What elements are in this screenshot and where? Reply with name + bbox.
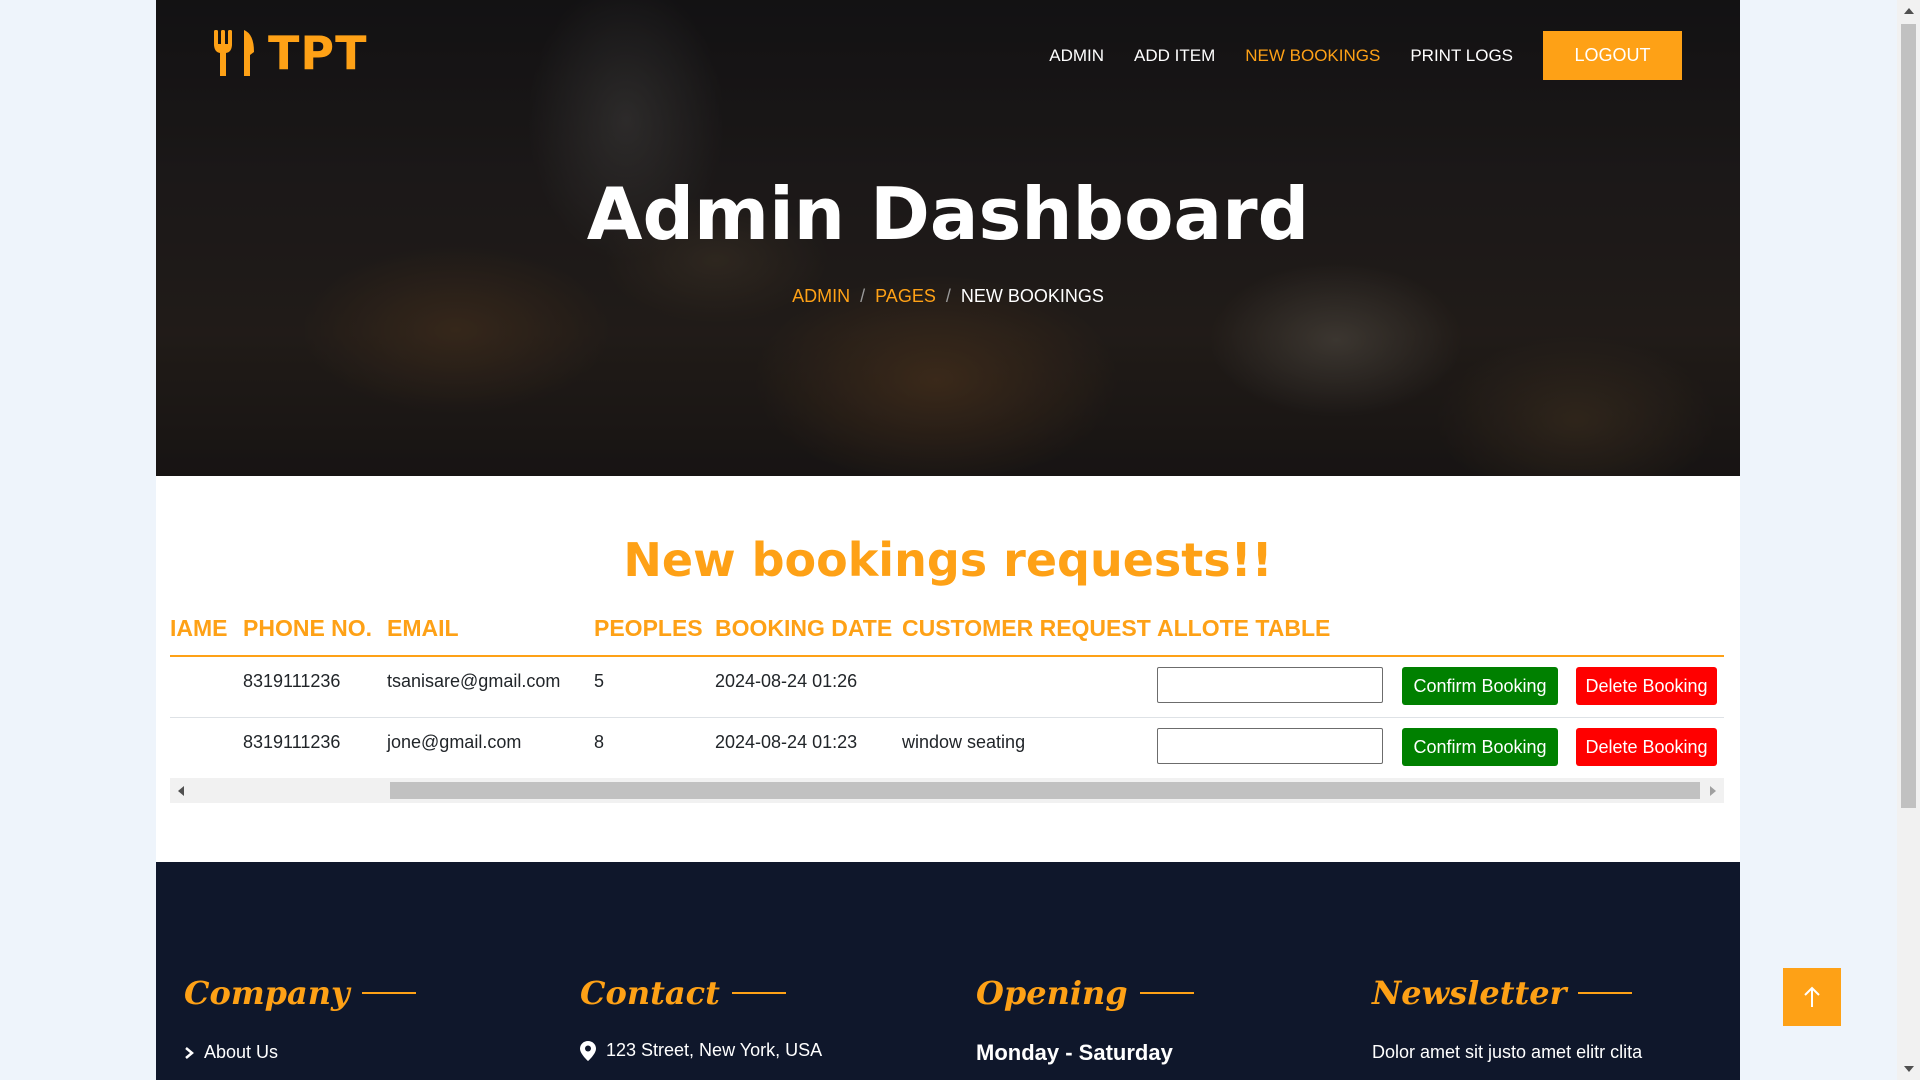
column-header-allote-table: ALLOTE TABLE — [1157, 615, 1331, 641]
utensils-icon — [214, 30, 254, 76]
footer: Company About Us Contact 123 Street, New… — [156, 862, 1740, 1080]
footer-link-about-us[interactable]: About Us — [184, 1042, 278, 1063]
cell-customer-request: window seating — [902, 732, 1026, 752]
footer-heading-company: Company — [184, 974, 350, 1012]
brand-name: TPT — [268, 26, 368, 80]
table-row: 8319111236 tsanisare@gmail.com 5 2024-08… — [170, 657, 1724, 718]
breadcrumb-current: NEW BOOKINGS — [960, 286, 1104, 306]
footer-newsletter-text: Dolor amet sit justo amet elitr clita — [1372, 1042, 1643, 1062]
footer-opening-days: Monday - Saturday — [976, 1040, 1173, 1065]
bookings-table: IAME PHONE NO. EMAIL PEOPLES BOOKING DAT… — [170, 605, 1724, 803]
bookings-title: New bookings requests!! — [623, 533, 1273, 587]
column-header-peoples: PEOPLES — [594, 615, 703, 641]
cell-peoples: 8 — [594, 732, 605, 752]
confirm-booking-button[interactable]: Confirm Booking — [1402, 667, 1558, 705]
breadcrumb-pages[interactable]: PAGES — [875, 286, 936, 306]
footer-link-label: About Us — [204, 1042, 279, 1062]
page-title: Admin Dashboard — [586, 172, 1310, 256]
page-vertical-scrollbar[interactable] — [1897, 0, 1920, 1080]
heading-underline — [1578, 992, 1633, 994]
breadcrumb-separator: / — [860, 286, 866, 306]
scroll-down-icon[interactable] — [1904, 1066, 1914, 1072]
nav-admin[interactable]: ADMIN — [1049, 46, 1104, 66]
footer-company: Company — [184, 974, 416, 1012]
column-header-email: EMAIL — [387, 615, 459, 641]
breadcrumb-admin[interactable]: ADMIN — [792, 286, 850, 306]
table-horizontal-scrollbar[interactable] — [170, 778, 1724, 803]
logout-button[interactable]: LOGOUT — [1543, 31, 1682, 80]
cell-email: jone@gmail.com — [387, 732, 522, 752]
column-header-name: IAME — [170, 615, 228, 641]
cell-phone: 8319111236 — [243, 671, 341, 691]
allote-table-input[interactable] — [1157, 728, 1383, 764]
cell-phone: 8319111236 — [243, 732, 341, 752]
nav-new-bookings[interactable]: NEW BOOKINGS — [1245, 46, 1380, 66]
footer-opening: Opening — [976, 974, 1194, 1012]
page: TPT ADMIN ADD ITEM NEW BOOKINGS PRINT LO… — [156, 0, 1740, 1080]
column-header-phone: PHONE NO. — [243, 615, 373, 641]
arrow-up-icon — [1804, 986, 1820, 1007]
cell-peoples: 5 — [594, 671, 605, 691]
heading-underline — [1139, 992, 1194, 994]
nav-add-item[interactable]: ADD ITEM — [1134, 46, 1215, 66]
scrollbar-thumb[interactable] — [1901, 24, 1916, 808]
breadcrumb-separator: / — [945, 286, 951, 306]
confirm-booking-button[interactable]: Confirm Booking — [1402, 728, 1558, 766]
scroll-left-icon[interactable] — [178, 786, 184, 796]
map-marker-icon — [580, 1040, 596, 1061]
hero-header: TPT ADMIN ADD ITEM NEW BOOKINGS PRINT LO… — [156, 0, 1740, 476]
nav-print-logs[interactable]: PRINT LOGS — [1410, 46, 1513, 66]
cell-email: tsanisare@gmail.com — [387, 671, 561, 691]
cell-booking-date: 2024-08-24 01:26 — [715, 671, 858, 691]
footer-contact: Contact — [580, 974, 786, 1012]
cell-booking-date: 2024-08-24 01:23 — [715, 732, 858, 752]
allote-table-input[interactable] — [1157, 667, 1383, 703]
scrollbar-thumb[interactable] — [390, 782, 1700, 799]
footer-newsletter: Newsletter — [1372, 974, 1633, 1012]
chevron-right-icon — [185, 1046, 194, 1059]
column-header-customer-request: CUSTOMER REQUEST — [902, 615, 1151, 641]
footer-heading-opening: Opening — [976, 974, 1128, 1012]
scroll-right-icon[interactable] — [1710, 786, 1716, 796]
delete-booking-button[interactable]: Delete Booking — [1576, 728, 1717, 766]
table-row: 8319111236 jone@gmail.com 8 2024-08-24 0… — [170, 718, 1724, 779]
footer-heading-newsletter: Newsletter — [1372, 974, 1567, 1012]
brand-logo[interactable]: TPT — [212, 26, 367, 80]
footer-contact-address: 123 Street, New York, USA — [580, 1040, 822, 1061]
heading-underline — [731, 992, 786, 994]
column-header-booking-date: BOOKING DATE — [715, 615, 893, 641]
footer-heading-contact: Contact — [580, 974, 720, 1012]
footer-contact-address-text: 123 Street, New York, USA — [606, 1040, 823, 1060]
delete-booking-button[interactable]: Delete Booking — [1576, 667, 1717, 705]
main-nav: ADMIN ADD ITEM NEW BOOKINGS PRINT LOGS L… — [1049, 31, 1682, 80]
heading-underline — [361, 992, 416, 994]
breadcrumb: ADMIN / PAGES / NEW BOOKINGS — [156, 286, 1740, 307]
back-to-top-button[interactable] — [1783, 968, 1841, 1026]
scroll-up-icon[interactable] — [1904, 8, 1914, 14]
